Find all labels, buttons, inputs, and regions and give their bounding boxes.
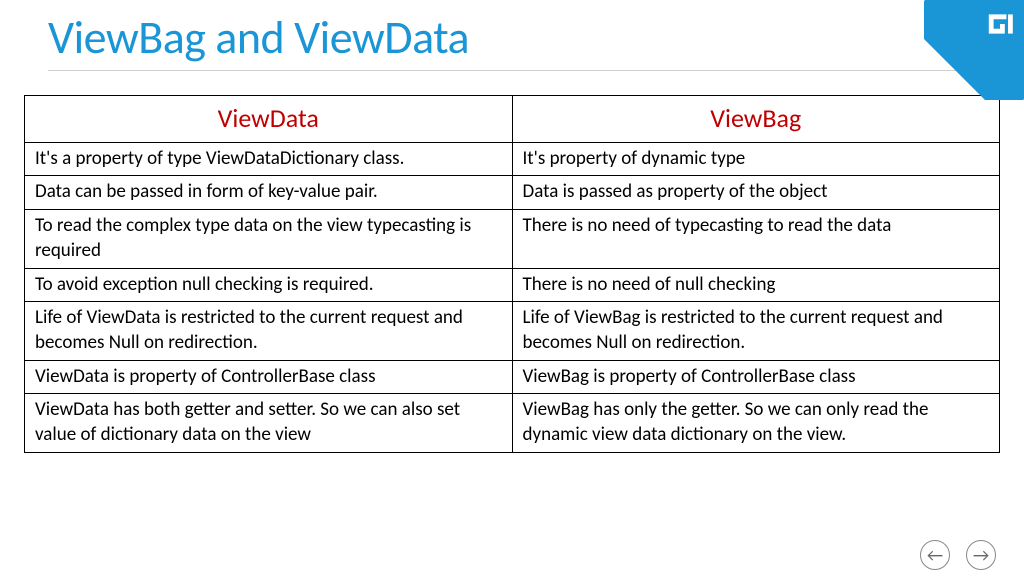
cell: Life of ViewData is restricted to the cu… (25, 302, 513, 360)
comparison-table: ViewData ViewBag It's a property of type… (24, 95, 1000, 453)
table-row: ViewData has both getter and setter. So … (25, 394, 1000, 452)
header-viewdata: ViewData (25, 96, 513, 143)
page-title: ViewBag and ViewData (0, 0, 1024, 70)
comparison-table-container: ViewData ViewBag It's a property of type… (0, 71, 1024, 453)
logo-icon (984, 8, 1016, 40)
cell: It's property of dynamic type (512, 142, 1000, 176)
table-row: Life of ViewData is restricted to the cu… (25, 302, 1000, 360)
arrow-right-icon: → (973, 544, 989, 566)
cell: ViewData is property of ControllerBase c… (25, 360, 513, 394)
cell: There is no need of null checking (512, 268, 1000, 302)
nav-buttons: ← → (920, 540, 996, 570)
cell: It's a property of type ViewDataDictiona… (25, 142, 513, 176)
cell: ViewBag has only the getter. So we can o… (512, 394, 1000, 452)
table-row: To avoid exception null checking is requ… (25, 268, 1000, 302)
table-row: Data can be passed in form of key-value … (25, 176, 1000, 210)
cell: There is no need of typecasting to read … (512, 210, 1000, 268)
arrow-left-icon: ← (927, 544, 943, 566)
cell: To read the complex type data on the vie… (25, 210, 513, 268)
cell: To avoid exception null checking is requ… (25, 268, 513, 302)
table-row: It's a property of type ViewDataDictiona… (25, 142, 1000, 176)
corner-badge (924, 0, 1024, 100)
cell: Life of ViewBag is restricted to the cur… (512, 302, 1000, 360)
cell: ViewBag is property of ControllerBase cl… (512, 360, 1000, 394)
cell: Data is passed as property of the object (512, 176, 1000, 210)
cell: Data can be passed in form of key-value … (25, 176, 513, 210)
table-row: ViewData is property of ControllerBase c… (25, 360, 1000, 394)
table-row: To read the complex type data on the vie… (25, 210, 1000, 268)
next-button[interactable]: → (966, 540, 996, 570)
header-viewbag: ViewBag (512, 96, 1000, 143)
cell: ViewData has both getter and setter. So … (25, 394, 513, 452)
prev-button[interactable]: ← (920, 540, 950, 570)
